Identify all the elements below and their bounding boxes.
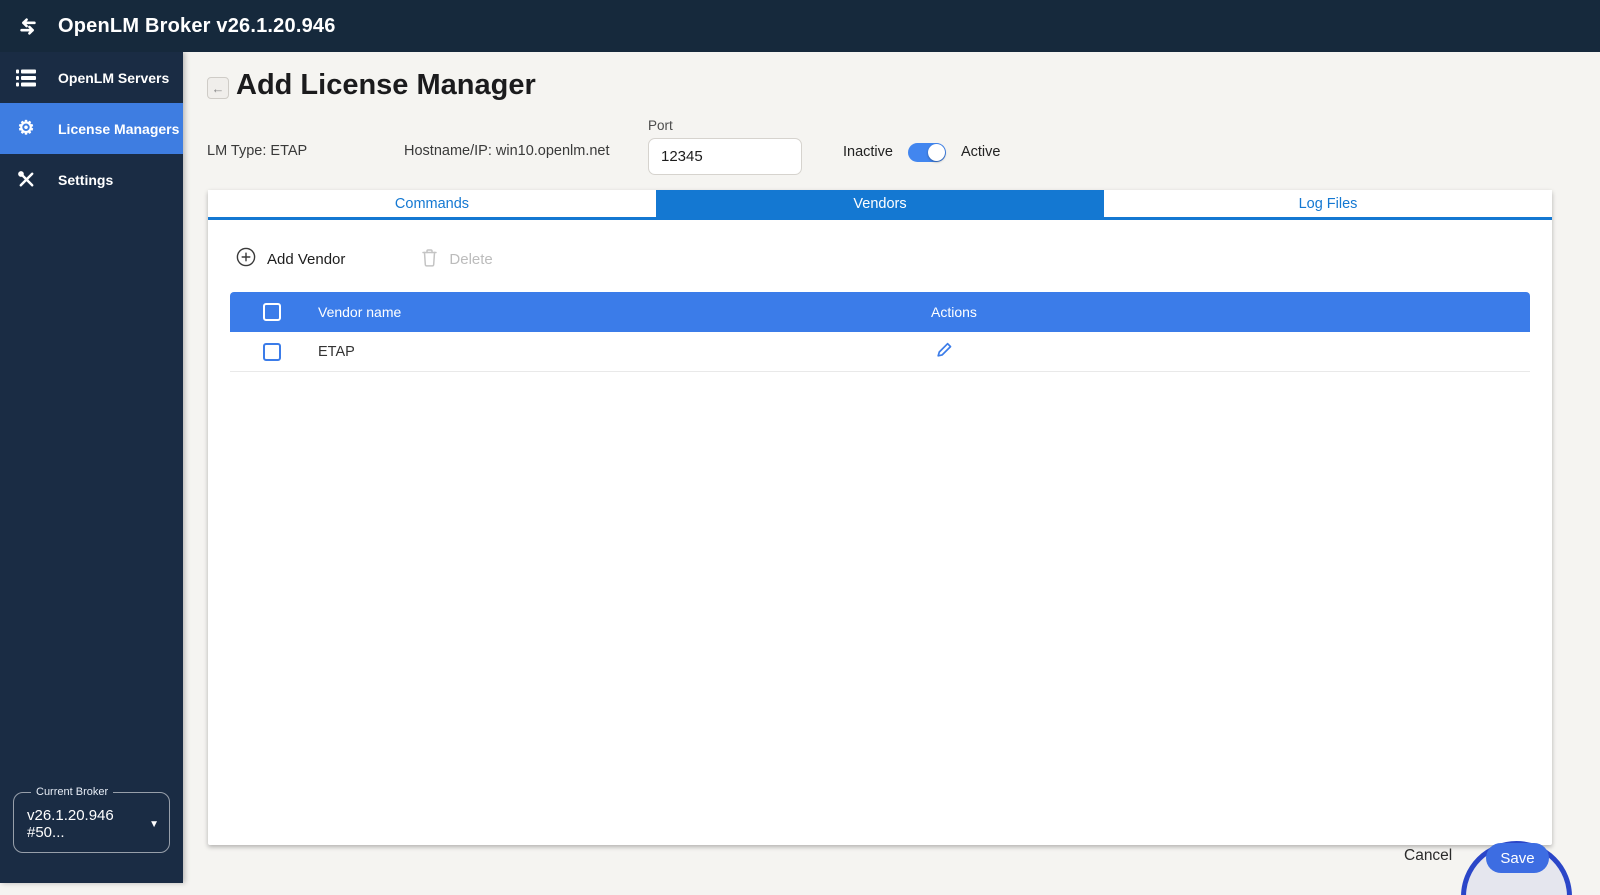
vendor-table: Vendor name Actions ETAP: [230, 292, 1530, 372]
top-bar: OpenLM Broker v26.1.20.946: [0, 0, 1600, 52]
port-field-group: Port: [648, 118, 802, 175]
back-button[interactable]: ←: [207, 77, 229, 99]
tab-label: Log Files: [1299, 196, 1358, 212]
tab-log-files[interactable]: Log Files: [1104, 190, 1552, 217]
port-label: Port: [648, 118, 802, 133]
dropdown-arrow-icon: ▼: [149, 819, 159, 830]
select-all-checkbox[interactable]: [263, 303, 281, 321]
current-broker-label: Current Broker: [31, 786, 113, 798]
table-row: ETAP: [230, 332, 1530, 372]
vendor-name-cell: ETAP: [318, 344, 931, 360]
edit-pencil-icon[interactable]: [935, 341, 953, 363]
inactive-label: Inactive: [843, 144, 893, 160]
lm-type-text: LM Type: ETAP: [207, 143, 307, 159]
main-content: ← Add License Manager LM Type: ETAP Host…: [183, 52, 1600, 895]
gear-icon: ⚙: [15, 119, 37, 138]
current-broker-value: v26.1.20.946 #50...: [27, 807, 143, 841]
column-header-actions: Actions: [931, 304, 1530, 320]
trash-icon: [421, 248, 438, 271]
back-icon: ←: [212, 81, 225, 96]
toggle-knob: [928, 144, 945, 161]
sidebar-item-label: License Managers: [58, 121, 179, 137]
tab-bar: Commands Vendors Log Files: [208, 190, 1552, 220]
delete-label: Delete: [449, 251, 492, 268]
app-title: OpenLM Broker v26.1.20.946: [58, 15, 336, 38]
current-broker-select[interactable]: v26.1.20.946 #50... ▼: [27, 807, 159, 841]
vendor-toolbar: Add Vendor Delete: [236, 247, 1552, 271]
current-broker-box: Current Broker v26.1.20.946 #50... ▼: [13, 786, 170, 853]
add-circle-icon: [236, 247, 256, 271]
table-header-row: Vendor name Actions: [230, 292, 1530, 332]
tools-icon: [15, 170, 37, 189]
sidebar-item-openlm-servers[interactable]: OpenLM Servers: [0, 52, 183, 103]
sidebar-item-settings[interactable]: Settings: [0, 154, 183, 205]
swap-arrows-icon[interactable]: [17, 17, 39, 36]
column-header-vendor-name: Vendor name: [318, 304, 931, 320]
status-toggle-group: Inactive Active: [843, 140, 1000, 164]
sidebar: OpenLM Servers ⚙ License Managers Settin…: [0, 52, 183, 883]
port-input[interactable]: [648, 138, 802, 175]
cancel-button[interactable]: Cancel: [1404, 847, 1452, 865]
sidebar-item-license-managers[interactable]: ⚙ License Managers: [0, 103, 183, 154]
sidebar-item-label: Settings: [58, 172, 113, 188]
page-title: Add License Manager: [236, 69, 536, 102]
active-toggle[interactable]: [908, 143, 946, 162]
add-vendor-button[interactable]: Add Vendor: [236, 247, 345, 271]
tab-vendors[interactable]: Vendors: [656, 190, 1104, 217]
servers-icon: [15, 69, 37, 87]
save-button[interactable]: Save: [1486, 843, 1549, 873]
tab-commands[interactable]: Commands: [208, 190, 656, 217]
add-vendor-label: Add Vendor: [267, 251, 345, 268]
active-label: Active: [961, 144, 1001, 160]
hostname-text: Hostname/IP: win10.openlm.net: [404, 143, 610, 159]
delete-button[interactable]: Delete: [421, 248, 492, 271]
license-manager-panel: Commands Vendors Log Files Add Vendor: [208, 190, 1552, 845]
row-checkbox[interactable]: [263, 343, 281, 361]
tab-label: Commands: [395, 196, 469, 212]
tab-label: Vendors: [853, 196, 906, 212]
sidebar-item-label: OpenLM Servers: [58, 70, 169, 86]
